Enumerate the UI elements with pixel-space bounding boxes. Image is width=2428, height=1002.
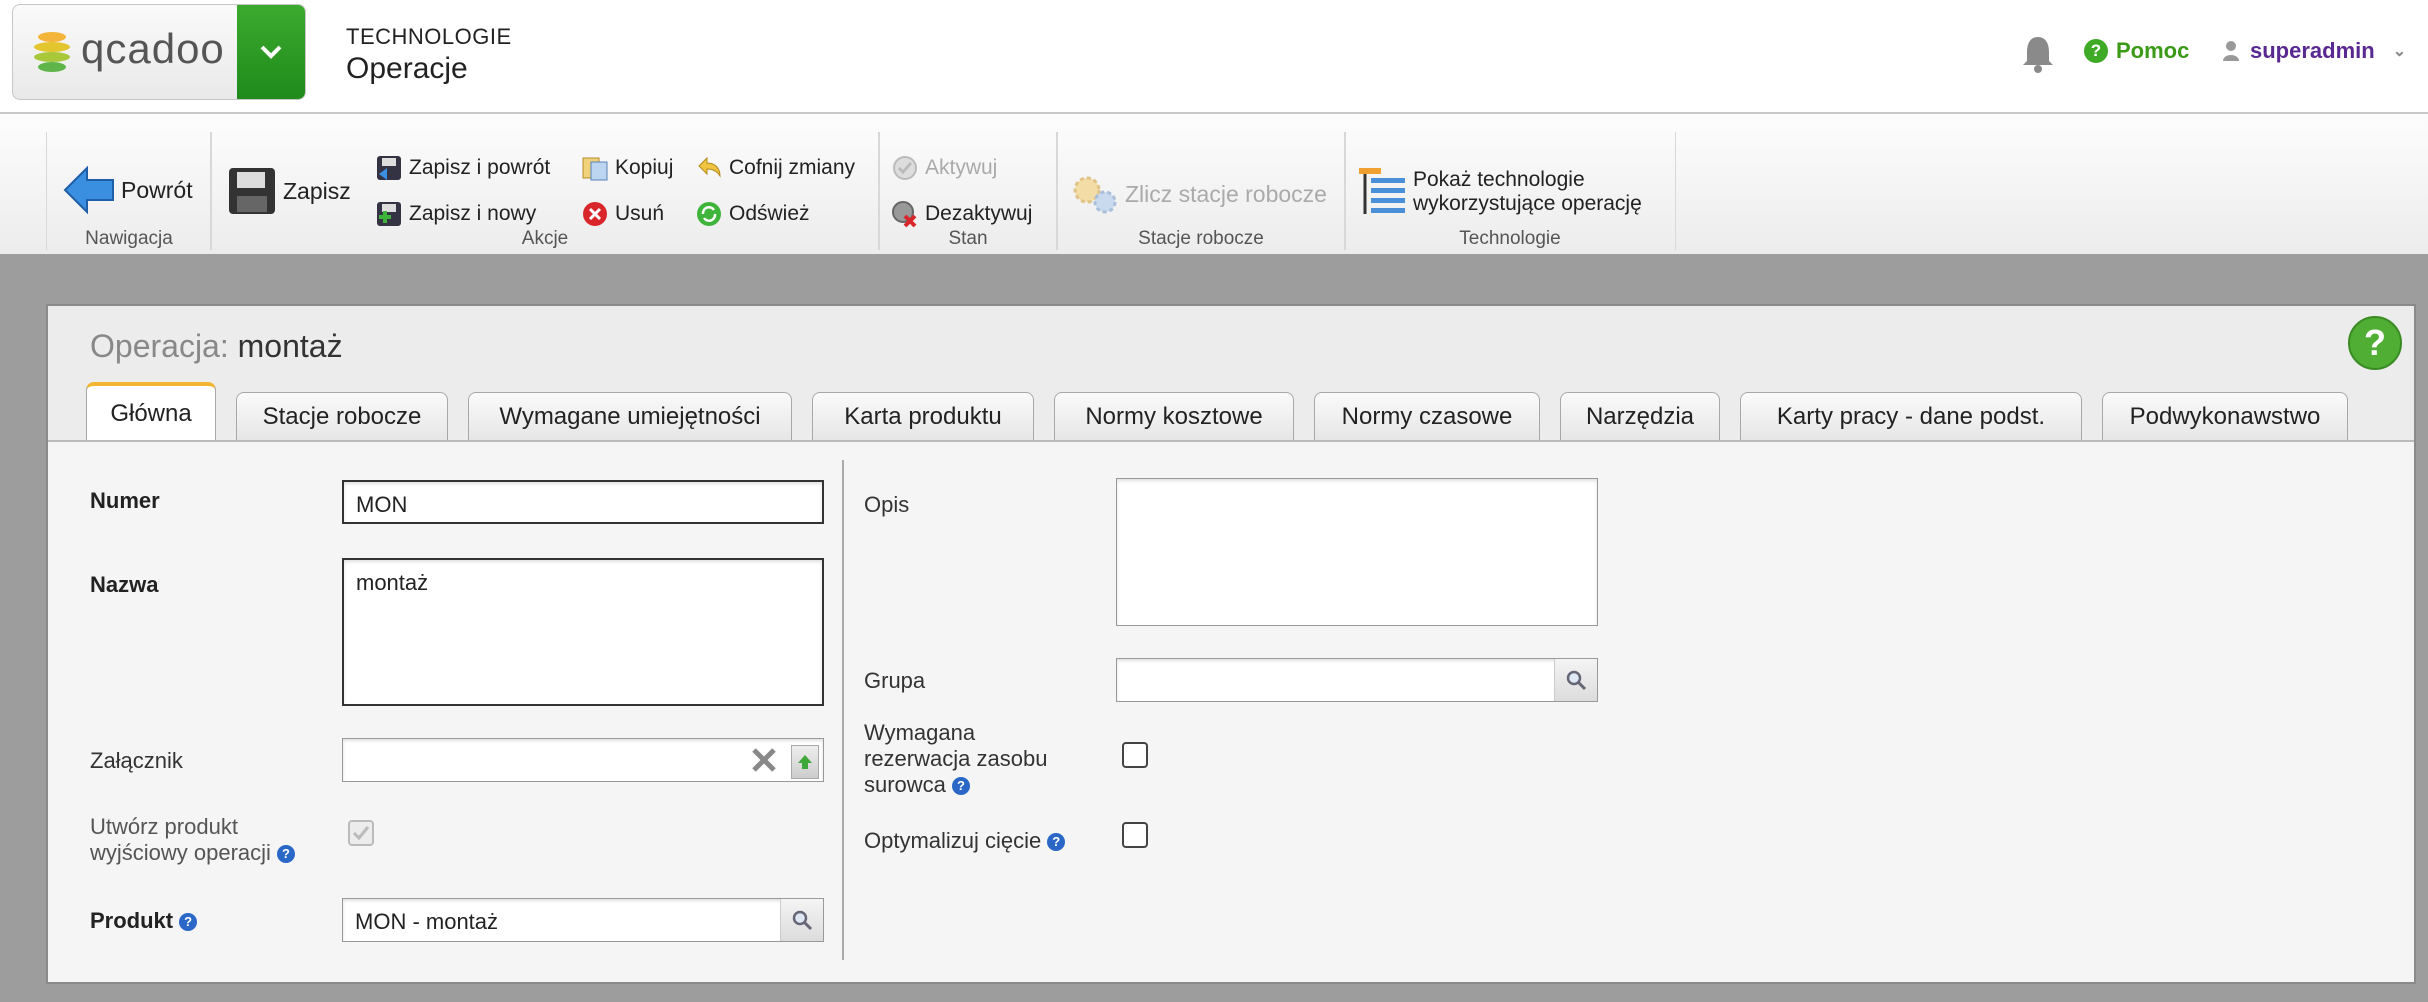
column-separator <box>842 460 844 960</box>
ribbon-group-label: Stacje robocze <box>1138 228 1264 249</box>
tab-tools[interactable]: Narzędzia <box>1560 392 1720 440</box>
form-header: Operacja: montaż ? Główna Stacje robocze… <box>48 306 2414 442</box>
ribbon-group-workstations: Zlicz stacje robocze Stacje robocze <box>1056 132 1346 250</box>
tab-divider <box>48 440 2414 442</box>
description-label: Opis <box>864 492 910 517</box>
help-icon: ? <box>2084 39 2108 63</box>
copy-button[interactable]: Kopiuj <box>581 154 673 182</box>
product-lookup-button[interactable] <box>780 899 823 941</box>
raw-material-reservation-checkbox[interactable] <box>1122 742 1148 768</box>
logo-menu[interactable]: qcadoo <box>12 4 306 100</box>
user-menu[interactable]: superadmin ⌄ <box>2222 38 2406 64</box>
product-lookup-field[interactable]: MON - montaż <box>342 898 824 942</box>
help-label: Pomoc <box>2116 38 2190 63</box>
logo-text: qcadoo <box>81 25 225 72</box>
tab-required-skills[interactable]: Wymagane umiejętności <box>468 392 792 440</box>
info-icon[interactable]: ? <box>1047 833 1066 852</box>
tab-subcontracting[interactable]: Podwykonawstwo <box>2102 392 2348 440</box>
name-textarea[interactable]: montaż <box>342 558 824 706</box>
logo-icon <box>34 32 70 72</box>
tab-cost-norms[interactable]: Normy kosztowe <box>1054 392 1294 440</box>
ribbon-group-technologies: Pokaż technologie wykorzystujące operacj… <box>1344 132 1676 250</box>
form-help-icon[interactable]: ? <box>2348 316 2402 370</box>
help-link[interactable]: ? Pomoc <box>2084 38 2189 64</box>
group-lookup-button[interactable] <box>1554 659 1597 701</box>
raw-material-reservation-label: Wymagana rezerwacja zasobu surowca? <box>864 720 1048 797</box>
checkmark-icon <box>352 826 370 841</box>
tab-workstations[interactable]: Stacje robocze <box>236 392 448 440</box>
save-new-icon <box>377 202 401 226</box>
info-icon[interactable]: ? <box>179 913 198 932</box>
show-technologies-button[interactable]: Pokaż technologie wykorzystujące operacj… <box>1357 166 1642 218</box>
product-label: Produkt? <box>90 908 198 934</box>
group-lookup-field[interactable] <box>1116 658 1598 702</box>
delete-icon <box>583 202 607 226</box>
info-icon[interactable]: ? <box>951 777 970 796</box>
ribbon-group-label: Stan <box>948 228 988 249</box>
breadcrumb-category: TECHNOLOGIE <box>346 24 512 49</box>
undo-icon <box>698 156 721 178</box>
back-button[interactable]: Powrót <box>63 166 193 214</box>
ribbon-group-actions: Zapisz Zapisz i powrót Zapisz i nowy Kop… <box>210 132 880 250</box>
delete-button[interactable]: Usuń <box>581 200 664 228</box>
page-title: Operacje <box>346 52 468 85</box>
upload-button[interactable] <box>791 745 819 779</box>
form-title-value: montaż <box>237 328 343 364</box>
chevron-down-icon <box>260 45 282 59</box>
save-button[interactable]: Zapisz <box>227 166 351 216</box>
activate-button[interactable]: Aktywuj <box>891 154 997 182</box>
number-field[interactable]: MON <box>342 480 824 524</box>
group-label: Grupa <box>864 668 926 693</box>
create-output-product-label: Utwórz produkt wyjściowy operacji? <box>90 814 295 866</box>
deactivate-icon <box>892 201 917 228</box>
number-label: Numer <box>90 488 160 513</box>
top-bar: qcadoo TECHNOLOGIE Operacje ? Pomoc supe… <box>0 0 2428 114</box>
description-textarea[interactable] <box>1116 478 1598 626</box>
ribbon-toolbar: Powrót Nawigacja Zapisz Zapisz i powrót … <box>0 114 2428 254</box>
clear-icon[interactable] <box>749 745 779 775</box>
main-menu-button[interactable] <box>237 5 305 99</box>
refresh-button[interactable]: Odśwież <box>695 200 810 228</box>
copy-icon <box>582 157 608 181</box>
ribbon-group-label: Nawigacja <box>85 228 173 249</box>
technology-tree-icon <box>1359 168 1405 214</box>
tab-work-cards[interactable]: Karty pracy - dane podst. <box>1740 392 2082 440</box>
create-output-product-checkbox[interactable] <box>348 820 374 846</box>
tab-product-card[interactable]: Karta produktu <box>812 392 1034 440</box>
tab-main[interactable]: Główna <box>86 382 216 442</box>
save-and-new-button[interactable]: Zapisz i nowy <box>375 200 536 228</box>
username: superadmin <box>2250 38 2375 63</box>
save-and-back-button[interactable]: Zapisz i powrót <box>375 154 550 182</box>
back-arrow-icon <box>63 166 114 214</box>
undo-changes-button[interactable]: Cofnij zmiany <box>695 154 855 182</box>
tab-time-norms[interactable]: Normy czasowe <box>1314 392 1540 440</box>
operation-form: Operacja: montaż ? Główna Stacje robocze… <box>46 304 2416 984</box>
save-back-icon <box>377 156 401 180</box>
ribbon-group-navigation: Powrót Nawigacja <box>46 132 212 250</box>
upload-arrow-icon <box>798 755 812 769</box>
info-icon[interactable]: ? <box>276 845 295 864</box>
magnifier-icon <box>1566 670 1587 691</box>
count-workstations-button[interactable]: Zlicz stacje robocze <box>1071 172 1327 216</box>
optimize-cutting-label: Optymalizuj cięcie? <box>864 828 1066 854</box>
ribbon-group-label: Akcje <box>521 228 569 249</box>
gears-icon <box>1073 176 1117 214</box>
magnifier-icon <box>792 910 813 931</box>
activate-icon <box>893 156 917 180</box>
chevron-down-icon: ⌄ <box>2392 43 2407 60</box>
notifications-bell-icon[interactable] <box>2020 34 2056 74</box>
user-icon <box>2223 41 2239 61</box>
floppy-disk-icon <box>229 168 275 214</box>
refresh-icon <box>697 202 721 226</box>
deactivate-button[interactable]: Dezaktywuj <box>891 200 1032 228</box>
name-label: Nazwa <box>90 572 159 597</box>
attachment-field[interactable] <box>342 738 824 782</box>
optimize-cutting-checkbox[interactable] <box>1122 822 1148 848</box>
ribbon-group-state: Aktywuj Dezaktywuj Stan <box>878 132 1058 250</box>
ribbon-group-label: Technologie <box>1459 228 1561 249</box>
attachment-label: Załącznik <box>90 748 183 773</box>
form-title: Operacja: montaż <box>90 328 343 364</box>
